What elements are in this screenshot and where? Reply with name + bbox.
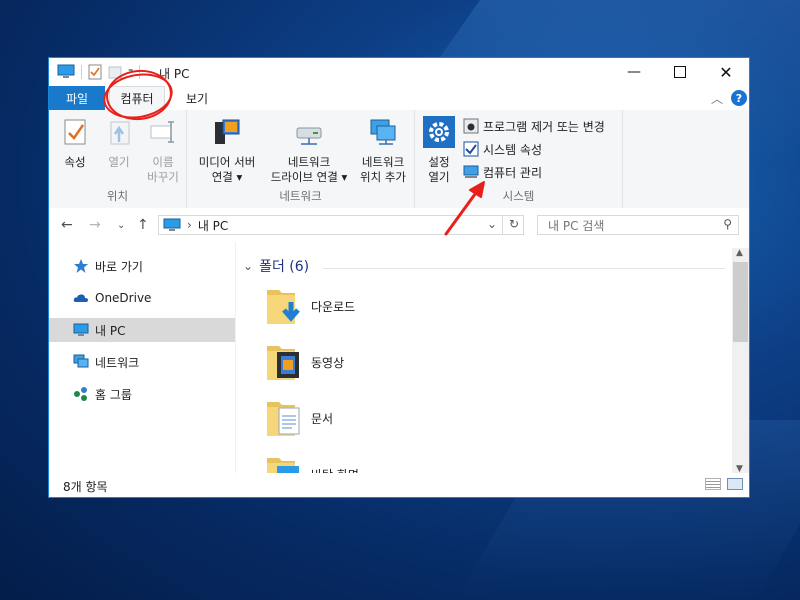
this-pc-icon [163, 218, 181, 231]
breadcrumb-separator-icon: › [187, 218, 192, 232]
folder-item-videos[interactable]: 동영상 [265, 340, 565, 384]
properties-button[interactable]: 속성 [55, 116, 95, 170]
folder-item-downloads[interactable]: 다운로드 [265, 284, 565, 328]
this-pc-icon [57, 64, 75, 78]
homegroup-icon [74, 387, 87, 401]
open-icon [110, 121, 130, 145]
up-button[interactable]: ↑ [137, 217, 149, 233]
close-button[interactable]: ✕ [703, 58, 749, 86]
map-network-drive-button[interactable]: 네트워크 드라이브 연결 ▾ [263, 116, 355, 185]
tab-file[interactable]: 파일 [49, 86, 105, 110]
address-bar-row: ← → ⌄ ↑ › 내 PC ⌄ ↻ ⚲ [49, 208, 749, 242]
ribbon-group-location: 속성 열기 이름 바꾸기 위치 [49, 110, 187, 208]
nav-item-homegroup[interactable]: 홈 그룹 [49, 382, 235, 406]
desktop-folder-icon [267, 458, 299, 474]
gear-icon [423, 116, 455, 148]
search-icon[interactable]: ⚲ [723, 217, 732, 231]
media-server-icon [215, 119, 240, 144]
computer-management-button[interactable]: 컴퓨터 관리 [463, 162, 542, 182]
forward-button[interactable]: → [89, 217, 101, 233]
chevron-down-icon: ⌄ [243, 259, 254, 273]
open-button[interactable]: 열기 [99, 116, 139, 170]
status-bar: 8개 항목 [49, 473, 749, 497]
add-network-location-button[interactable]: 네트워크 위치 추가 [353, 116, 413, 185]
item-count: 8개 항목 [63, 480, 108, 494]
network-icon [73, 354, 89, 368]
system-properties-button[interactable]: 시스템 속성 [463, 139, 542, 159]
navigation-pane: 바로 가기 OneDrive 내 PC 네트워크 홈 그룹 [49, 242, 235, 474]
group-header-folders[interactable]: ⌄ 폴더 (6) [243, 256, 309, 276]
properties-icon[interactable] [88, 64, 102, 80]
scrollbar-thumb[interactable] [733, 262, 748, 342]
maximize-icon [674, 66, 686, 78]
address-field[interactable]: › 내 PC ⌄ ↻ [158, 215, 524, 235]
rename-icon [150, 121, 174, 143]
downloads-folder-icon [267, 290, 300, 324]
explorer-window: ⁼ 내 PC — ✕ 파일 컴퓨터 보기 ︿ ? 속성 열기 이름 바꾸기 위치… [48, 57, 750, 498]
help-icon[interactable]: ? [731, 90, 747, 106]
computer-management-icon [463, 165, 479, 178]
nav-item-network[interactable]: 네트워크 [49, 350, 235, 374]
minimize-icon: — [627, 64, 641, 80]
pane-divider[interactable] [235, 242, 236, 474]
address-dropdown-icon[interactable]: ⌄ [487, 217, 497, 231]
scroll-up-icon[interactable]: ▲ [736, 248, 743, 258]
close-icon: ✕ [719, 62, 733, 82]
vertical-scrollbar[interactable]: ▲ ▼ [732, 248, 749, 474]
ribbon-group-network: 미디어 서버 연결 ▾ 네트워크 드라이브 연결 ▾ 네트워크 위치 추가 네트… [187, 110, 415, 208]
folder-item-documents[interactable]: 문서 [265, 396, 565, 440]
ribbon-group-label: 네트워크 [279, 189, 322, 203]
rename-button[interactable]: 이름 바꾸기 [141, 116, 185, 185]
collapse-ribbon-icon[interactable]: ︿ [711, 90, 723, 107]
nav-item-quick-access[interactable]: 바로 가기 [49, 254, 235, 278]
documents-folder-icon [267, 402, 300, 436]
recent-locations-button[interactable]: ⌄ [117, 220, 125, 231]
back-button[interactable]: ← [61, 217, 73, 233]
properties-icon [64, 119, 86, 145]
videos-folder-icon [267, 346, 299, 380]
ribbon-group-label: 시스템 [502, 189, 535, 203]
star-icon [74, 259, 88, 273]
cloud-icon [73, 294, 88, 302]
tab-view[interactable]: 보기 [173, 86, 221, 110]
nav-item-this-pc[interactable]: 내 PC [49, 318, 235, 342]
network-drive-icon [296, 127, 322, 145]
content-pane: ⌄ 폴더 (6) 다운로드 동영상 문서 [237, 242, 733, 474]
minimize-button[interactable]: — [611, 58, 657, 86]
breadcrumb[interactable]: 내 PC [198, 217, 228, 234]
media-server-button[interactable]: 미디어 서버 연결 ▾ [191, 116, 263, 185]
ribbon-group-label: 위치 [106, 189, 129, 203]
uninstall-program-button[interactable]: 프로그램 제거 또는 변경 [463, 116, 605, 136]
uninstall-program-icon [463, 118, 479, 134]
system-properties-icon [463, 141, 479, 157]
search-box[interactable]: ⚲ [537, 215, 739, 235]
large-icons-view-icon[interactable] [727, 478, 743, 490]
folder-item-desktop[interactable]: 바탕 화면 [265, 452, 565, 474]
ribbon: 속성 열기 이름 바꾸기 위치 미디어 서버 연결 ▾ 네트워크 드라이브 연결… [49, 110, 749, 209]
this-pc-icon [73, 323, 89, 336]
dropdown-arrow-icon: ▾ [341, 170, 348, 184]
dropdown-arrow-icon: ▾ [236, 170, 243, 184]
refresh-icon[interactable]: ↻ [509, 217, 519, 231]
maximize-button[interactable] [657, 58, 703, 86]
nav-item-onedrive[interactable]: OneDrive [49, 286, 235, 310]
details-view-icon[interactable] [705, 478, 721, 490]
search-input[interactable] [546, 217, 720, 235]
ribbon-group-system: 설정 열기 프로그램 제거 또는 변경 시스템 속성 컴퓨터 관리 시스템 [415, 110, 623, 208]
open-settings-button[interactable]: 설정 열기 [421, 116, 457, 185]
network-location-icon [370, 119, 396, 145]
